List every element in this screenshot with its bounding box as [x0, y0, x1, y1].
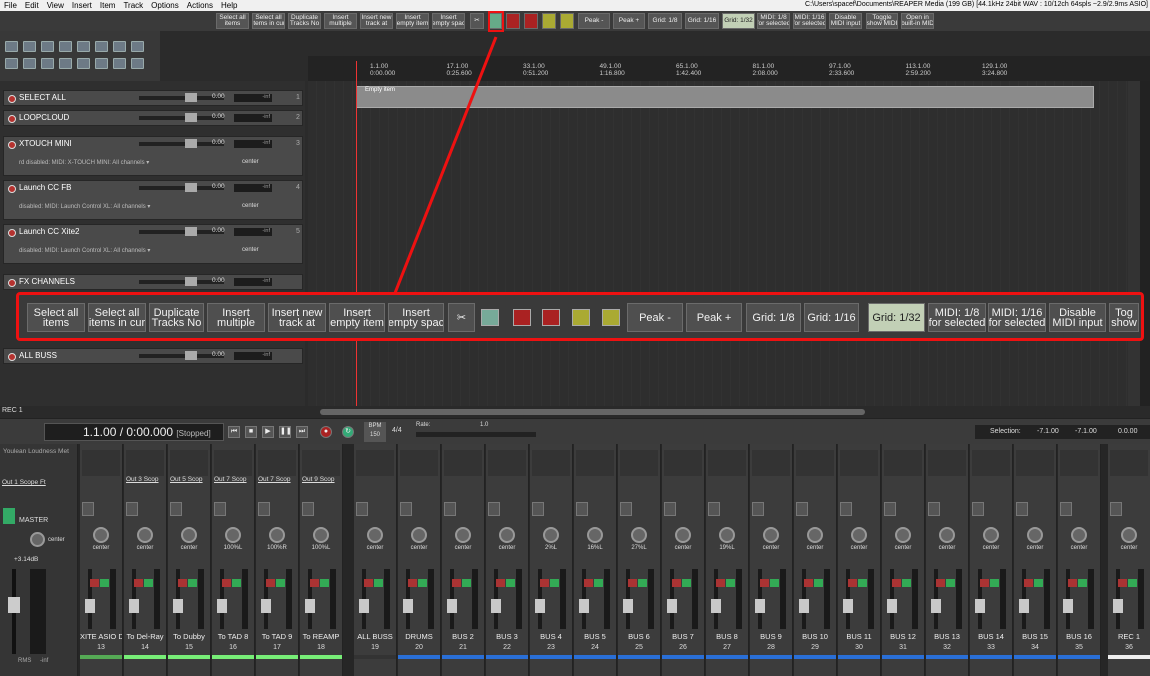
callout-midi-8[interactable]: MIDI: 1/8 for selected	[928, 303, 986, 332]
callout-grid-32[interactable]: Grid: 1/32	[868, 303, 925, 332]
callout-grid-8[interactable]: Grid: 1/8	[746, 303, 801, 332]
item-icon[interactable]	[481, 309, 499, 326]
callout-grid-16[interactable]: Grid: 1/16	[804, 303, 859, 332]
callout-button-2[interactable]: Duplicate Tracks No	[149, 303, 204, 332]
callout-peak-plus[interactable]: Peak +	[686, 303, 742, 332]
callout-button-1[interactable]: Select all items in cur	[88, 303, 146, 332]
callout-button-6[interactable]: Insert empty spac	[388, 303, 444, 332]
callout-midi-16[interactable]: MIDI: 1/16 for selected	[988, 303, 1046, 332]
mute-icon[interactable]	[513, 309, 531, 326]
callout-button-5[interactable]: Insert empty item	[329, 303, 385, 332]
callout-toggle[interactable]: Tog show	[1109, 303, 1139, 332]
callout-button-4[interactable]: Insert new track at	[268, 303, 326, 332]
callout-peak-minus[interactable]: Peak -	[627, 303, 683, 332]
unsolo-icon[interactable]	[602, 309, 620, 326]
solo-icon[interactable]	[572, 309, 590, 326]
toolbar-zoom-callout: Select all items Select all items in cur D…	[16, 292, 1144, 341]
scissors-icon[interactable]: ✂	[448, 303, 475, 332]
callout-button-3[interactable]: Insert multiple	[207, 303, 265, 332]
callout-disable-midi[interactable]: Disable MIDI input	[1049, 303, 1106, 332]
unmute-icon[interactable]	[542, 309, 560, 326]
callout-button-0[interactable]: Select all items	[27, 303, 85, 332]
